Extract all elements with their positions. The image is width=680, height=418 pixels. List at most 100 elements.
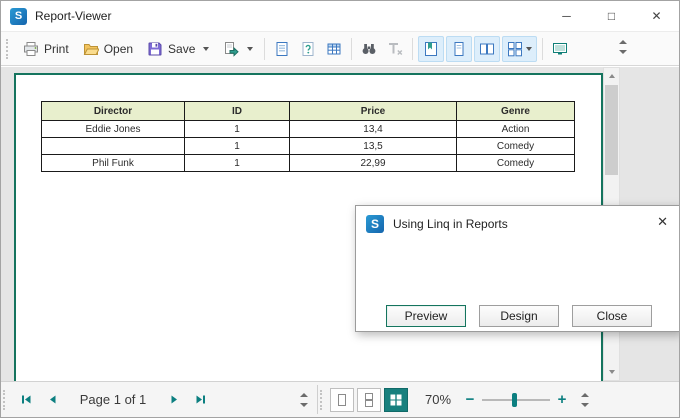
nav-spinner-up-icon[interactable] bbox=[300, 393, 308, 397]
scroll-down-button[interactable] bbox=[604, 364, 619, 380]
table-edit-icon bbox=[326, 41, 342, 57]
text-tools-button[interactable] bbox=[383, 37, 407, 61]
multiple-pages-view-button[interactable] bbox=[502, 36, 537, 62]
toolbar-scroll-down-icon[interactable] bbox=[619, 50, 627, 54]
zoom-slider[interactable] bbox=[482, 393, 550, 407]
table-row: Eddie Jones 1 13,4 Action bbox=[42, 121, 575, 138]
toolbar-separator bbox=[351, 38, 352, 60]
save-label: Save bbox=[168, 42, 195, 56]
statusbar: Page 1 of 1 bbox=[1, 381, 679, 417]
view-single-page-icon bbox=[335, 393, 349, 407]
page-info-label: Page 1 of 1 bbox=[65, 392, 161, 407]
zoom-slider-thumb[interactable] bbox=[512, 393, 517, 407]
bookmarks-view-button[interactable] bbox=[418, 36, 444, 62]
table-cell: Eddie Jones bbox=[42, 121, 185, 138]
column-header-id: ID bbox=[185, 102, 290, 121]
open-label: Open bbox=[104, 42, 133, 56]
view-multiple-pages-icon bbox=[389, 393, 403, 407]
view-multiple-pages-button[interactable] bbox=[384, 388, 408, 412]
statusbar-grip[interactable] bbox=[3, 390, 7, 410]
view-single-page-button[interactable] bbox=[330, 388, 354, 412]
column-header-director: Director bbox=[42, 102, 185, 121]
zoom-panel-grip[interactable] bbox=[320, 390, 324, 410]
table-cell: Comedy bbox=[457, 155, 575, 172]
view-continuous-button[interactable] bbox=[357, 388, 381, 412]
view-continuous-icon bbox=[362, 393, 376, 407]
export-dropdown-caret-icon bbox=[247, 47, 253, 51]
table-cell: 1 bbox=[185, 121, 290, 138]
close-button[interactable]: ✕ bbox=[634, 1, 679, 31]
toolbar-scroll-spinner bbox=[619, 40, 627, 54]
page-question-button[interactable] bbox=[296, 37, 320, 61]
binoculars-icon bbox=[361, 41, 377, 57]
maximize-icon: □ bbox=[608, 9, 615, 23]
save-dropdown-caret-icon bbox=[203, 47, 209, 51]
preview-button[interactable]: Preview bbox=[386, 305, 466, 327]
full-screen-button[interactable] bbox=[548, 37, 572, 61]
zoom-out-button[interactable]: − bbox=[461, 391, 479, 408]
window-title: Report-Viewer bbox=[35, 9, 111, 23]
scroll-up-icon bbox=[609, 74, 615, 78]
close-dialog-button[interactable]: Close bbox=[572, 305, 652, 327]
scroll-up-button[interactable] bbox=[604, 68, 619, 84]
save-icon bbox=[147, 41, 163, 57]
nav-spinner-down-icon[interactable] bbox=[300, 403, 308, 407]
main-toolbar: Print Open Save bbox=[1, 31, 679, 66]
zoom-panel: 70% − + bbox=[318, 382, 679, 417]
toolbar-scroll-up-icon[interactable] bbox=[619, 40, 627, 44]
dialog-title: Using Linq in Reports bbox=[393, 217, 508, 231]
zoom-level-label: 70% bbox=[425, 392, 461, 407]
open-folder-icon bbox=[83, 41, 99, 57]
table-cell: 13,4 bbox=[290, 121, 457, 138]
table-cell: Action bbox=[457, 121, 575, 138]
table-header-row: Director ID Price Genre bbox=[42, 102, 575, 121]
next-page-icon bbox=[168, 393, 181, 406]
table-cell: 1 bbox=[185, 155, 290, 172]
single-page-icon bbox=[451, 41, 467, 57]
find-button[interactable] bbox=[357, 37, 381, 61]
zoom-panel-spinner bbox=[581, 393, 589, 407]
toolbar-grip[interactable] bbox=[6, 39, 10, 59]
save-button[interactable]: Save bbox=[140, 37, 216, 61]
dialog-close-button[interactable]: ✕ bbox=[657, 214, 668, 230]
zoom-spinner-down-icon[interactable] bbox=[581, 403, 589, 407]
first-page-button[interactable] bbox=[13, 387, 39, 413]
table-cell bbox=[42, 138, 185, 155]
next-page-button[interactable] bbox=[161, 387, 187, 413]
dialog-logo-letter: S bbox=[371, 217, 379, 231]
design-button[interactable]: Design bbox=[479, 305, 559, 327]
page-setup-icon bbox=[274, 41, 290, 57]
minimize-button[interactable]: ─ bbox=[544, 1, 589, 31]
scroll-down-icon bbox=[609, 370, 615, 374]
scrollbar-thumb[interactable] bbox=[605, 85, 618, 175]
app-logo-icon: S bbox=[10, 8, 27, 25]
window-controls: ─ □ ✕ bbox=[544, 1, 679, 31]
table-cell: Phil Funk bbox=[42, 155, 185, 172]
dialog-logo-icon: S bbox=[366, 215, 384, 233]
table-cell: Comedy bbox=[457, 138, 575, 155]
editor-button[interactable] bbox=[322, 37, 346, 61]
toolbar-separator bbox=[412, 38, 413, 60]
page-question-icon bbox=[300, 41, 316, 57]
table-cell: 1 bbox=[185, 138, 290, 155]
print-button[interactable]: Print bbox=[16, 37, 76, 61]
print-label: Print bbox=[44, 42, 69, 56]
minimize-icon: ─ bbox=[562, 9, 571, 23]
page-setup-button[interactable] bbox=[270, 37, 294, 61]
continuous-view-button[interactable] bbox=[474, 36, 500, 62]
table-cell: 22,99 bbox=[290, 155, 457, 172]
export-icon bbox=[223, 41, 239, 57]
zoom-in-button[interactable]: + bbox=[553, 391, 571, 408]
table-cell: 13,5 bbox=[290, 138, 457, 155]
single-page-view-button[interactable] bbox=[446, 36, 472, 62]
previous-page-button[interactable] bbox=[39, 387, 65, 413]
toolbar-separator bbox=[264, 38, 265, 60]
view-mode-dropdown-caret-icon bbox=[526, 47, 532, 51]
open-button[interactable]: Open bbox=[76, 37, 140, 61]
export-button[interactable] bbox=[216, 37, 260, 61]
table-row: 1 13,5 Comedy bbox=[42, 138, 575, 155]
last-page-button[interactable] bbox=[187, 387, 213, 413]
maximize-button[interactable]: □ bbox=[589, 1, 634, 31]
text-format-icon bbox=[387, 41, 403, 57]
zoom-spinner-up-icon[interactable] bbox=[581, 393, 589, 397]
